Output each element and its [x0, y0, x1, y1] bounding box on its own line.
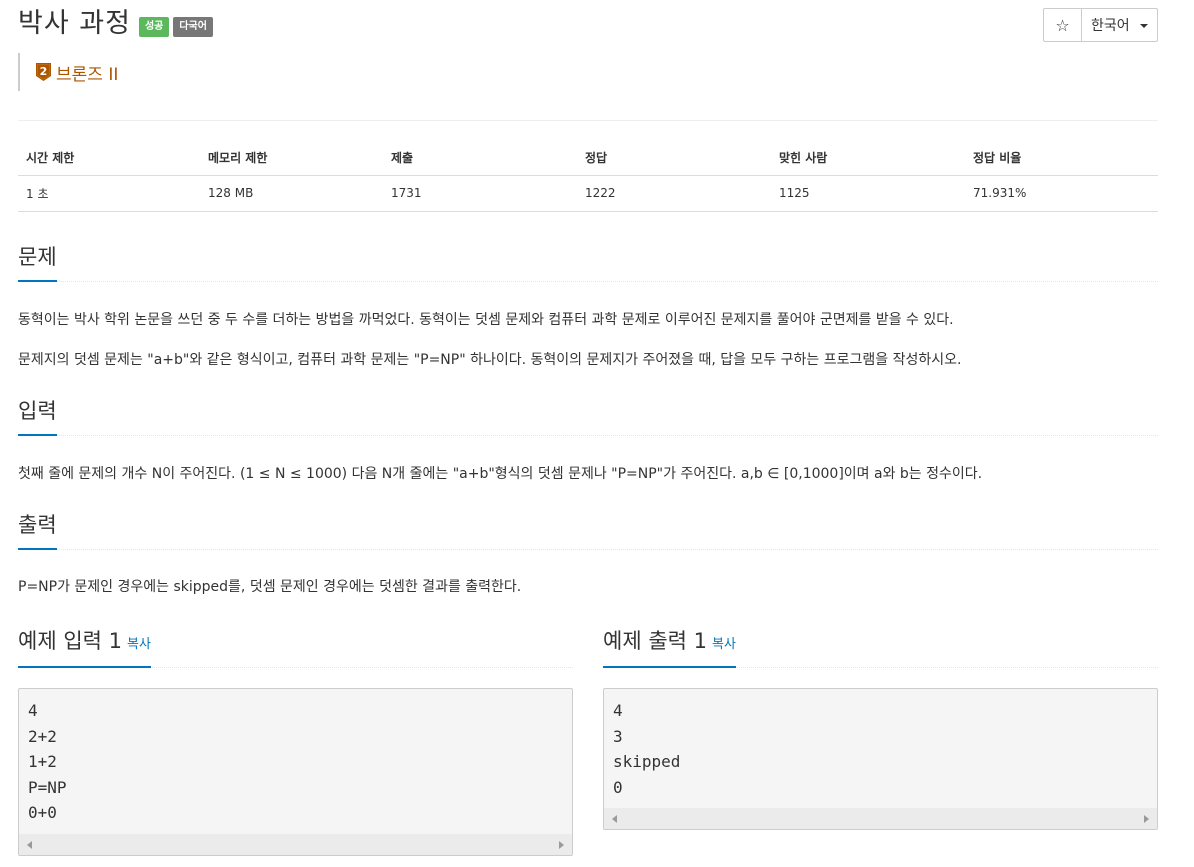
- section-input-header: 입력: [18, 396, 1158, 436]
- scroll-left-icon[interactable]: [27, 841, 32, 849]
- horizontal-scrollbar[interactable]: [19, 834, 572, 855]
- copy-sample-input-link[interactable]: 복사: [127, 637, 151, 652]
- sample-line: 3: [613, 726, 623, 746]
- tier-label[interactable]: 브론즈 II: [56, 60, 118, 85]
- multilang-badge: 다국어: [173, 17, 213, 37]
- table-header-row: 시간 제한 메모리 제한 제출 정답 맞힌 사람 정답 비율: [18, 141, 1158, 176]
- section-output-header: 출력: [18, 510, 1158, 550]
- sample-line: 0+0: [28, 803, 57, 822]
- sample-output-title: 예제 출력 1 복사: [603, 626, 736, 668]
- problem-info-table: 시간 제한 메모리 제한 제출 정답 맞힌 사람 정답 비율 1 초 128 M…: [18, 141, 1158, 212]
- sample-line: skipped: [613, 752, 681, 771]
- sample-output-box[interactable]: 4 3 skipped 0: [603, 688, 1158, 830]
- table-header: 메모리 제한: [200, 141, 383, 176]
- table-header: 시간 제한: [18, 141, 200, 176]
- svg-text:2: 2: [40, 65, 48, 78]
- table-header: 맞힌 사람: [771, 141, 965, 176]
- sample-line: 4: [613, 701, 623, 720]
- horizontal-scrollbar[interactable]: [604, 808, 1157, 829]
- sample-input-box[interactable]: 4 2+2 1+2 P=NP 0+0: [18, 688, 573, 856]
- bronze-2-badge-icon: 2: [36, 63, 51, 81]
- star-button[interactable]: ☆: [1043, 8, 1082, 42]
- section-description-header: 문제: [18, 242, 1158, 282]
- caret-down-icon: [1139, 24, 1148, 28]
- table-cell: 1 초: [18, 175, 200, 212]
- table-header: 제출: [383, 141, 577, 176]
- description-paragraph: 동혁이는 박사 학위 논문을 쓰던 중 두 수를 더하는 방법을 까먹었다. 동…: [18, 312, 954, 328]
- divider: [18, 120, 1158, 121]
- section-title: 문제: [18, 242, 57, 282]
- copy-sample-output-link[interactable]: 복사: [712, 637, 736, 652]
- sample-line: 0: [613, 777, 623, 797]
- language-dropdown[interactable]: 한국어: [1082, 8, 1158, 42]
- table-header: 정답 비율: [965, 141, 1158, 176]
- input-paragraph: 첫째 줄에 문제의 개수 N이 주어진다. (1 ≤ N ≤ 1000) 다음 …: [18, 466, 983, 482]
- sample-output-header: 예제 출력 1 복사: [603, 626, 1158, 668]
- tier-block: 2 브론즈 II: [18, 53, 118, 91]
- section-title: 입력: [18, 396, 57, 436]
- table-row: 1 초 128 MB 1731 1222 1125 71.931%: [18, 175, 1158, 212]
- problem-title-row: 박사 과정 성공 다국어: [18, 6, 213, 42]
- scroll-right-icon[interactable]: [559, 841, 564, 849]
- section-title: 출력: [18, 510, 57, 550]
- description-paragraph: 문제지의 덧셈 문제는 "a+b"와 같은 형식이고, 컴퓨터 과학 문제는 "…: [18, 352, 962, 368]
- sample-line: 4: [28, 701, 38, 720]
- table-cell: 1222: [577, 175, 771, 212]
- language-label: 한국어: [1091, 18, 1130, 34]
- status-badge-success: 성공: [138, 17, 170, 37]
- sample-input-header: 예제 입력 1 복사: [18, 626, 573, 668]
- output-paragraph: P=NP가 문제인 경우에는 skipped를, 덧셈 문제인 경우에는 덧셈한…: [18, 579, 522, 595]
- scroll-right-icon[interactable]: [1144, 815, 1149, 823]
- table-header: 정답: [577, 141, 771, 176]
- table-cell: 71.931%: [965, 175, 1158, 212]
- page-title: 박사 과정: [18, 8, 131, 39]
- sample-input-title: 예제 입력 1 복사: [18, 626, 151, 668]
- table-cell[interactable]: 1731: [383, 175, 577, 212]
- table-cell: 128 MB: [200, 175, 383, 212]
- table-cell: 1125: [771, 175, 965, 212]
- sample-line: 2+2: [28, 726, 57, 746]
- sample-line: P=NP: [28, 777, 67, 797]
- scroll-left-icon[interactable]: [612, 815, 617, 823]
- star-icon: ☆: [1055, 15, 1070, 35]
- sample-line: 1+2: [28, 752, 57, 771]
- problem-toolbar: ☆ 한국어: [1043, 8, 1158, 42]
